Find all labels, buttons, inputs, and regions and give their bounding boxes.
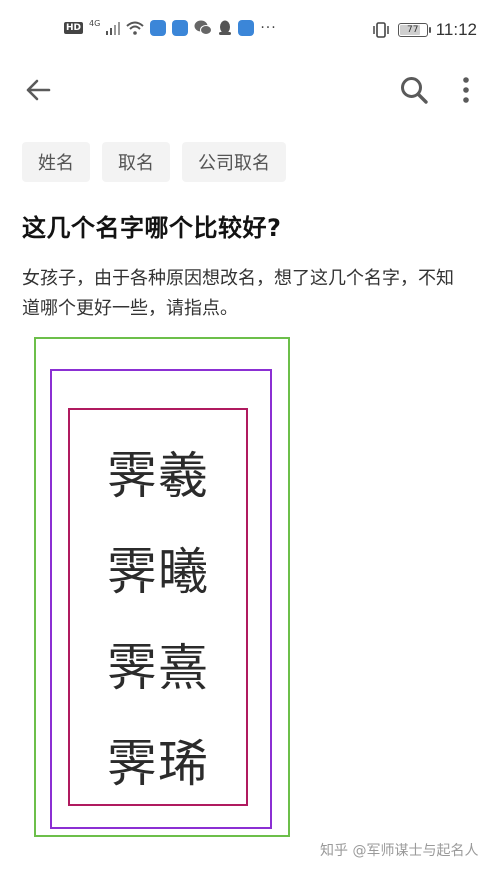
app-notification-icon (150, 20, 167, 36)
question-title: 这几个名字哪个比较好? (22, 214, 282, 242)
battery-icon: 77 (397, 23, 431, 37)
app-notification-icon (172, 20, 189, 36)
more-options-button[interactable] (450, 74, 482, 106)
vibrate-icon (372, 22, 389, 38)
status-bar-left: HD 4G ··· (64, 20, 277, 36)
candidate-name: 霁熹 (107, 639, 209, 697)
search-button[interactable] (398, 74, 430, 106)
back-button[interactable] (22, 74, 54, 106)
qq-icon (219, 20, 232, 35)
signal-icon (106, 22, 121, 35)
question-image[interactable]: 霁羲 霁曦 霁熹 霁琋 (34, 337, 290, 837)
battery-percent: 77 (406, 25, 419, 35)
wechat-icon (194, 20, 213, 35)
app-notification-icon (238, 20, 255, 36)
status-bar-right: 77 11:12 (372, 20, 477, 40)
candidate-name: 霁曦 (107, 543, 209, 601)
search-icon (401, 77, 428, 104)
candidate-name: 霁琋 (107, 735, 209, 793)
topic-tag[interactable]: 取名 (102, 142, 170, 182)
wifi-icon (126, 21, 144, 35)
question-body: 女孩子，由于各种原因想改名，想了这几个名字，不知道哪个更好一些，请指点。 (22, 268, 454, 319)
arrow-left-icon (26, 79, 51, 101)
more-notifications: ··· (260, 20, 277, 36)
more-vertical-icon (463, 77, 469, 103)
clock: 11:12 (435, 20, 477, 39)
status-bar: HD 4G ··· 77 11:12 (0, 0, 499, 62)
watermark: 知乎 @军师谋士与起名人 (320, 843, 479, 859)
topic-tags: 姓名 取名 公司取名 (22, 142, 286, 182)
topic-tag[interactable]: 公司取名 (182, 142, 286, 182)
candidate-names: 霁羲 霁曦 霁熹 霁琋 (68, 408, 248, 806)
candidate-name: 霁羲 (107, 447, 209, 505)
top-app-bar (0, 62, 499, 118)
hd-indicator: HD (64, 22, 84, 34)
topic-tag[interactable]: 姓名 (22, 142, 90, 182)
network-type: 4G (89, 19, 101, 28)
